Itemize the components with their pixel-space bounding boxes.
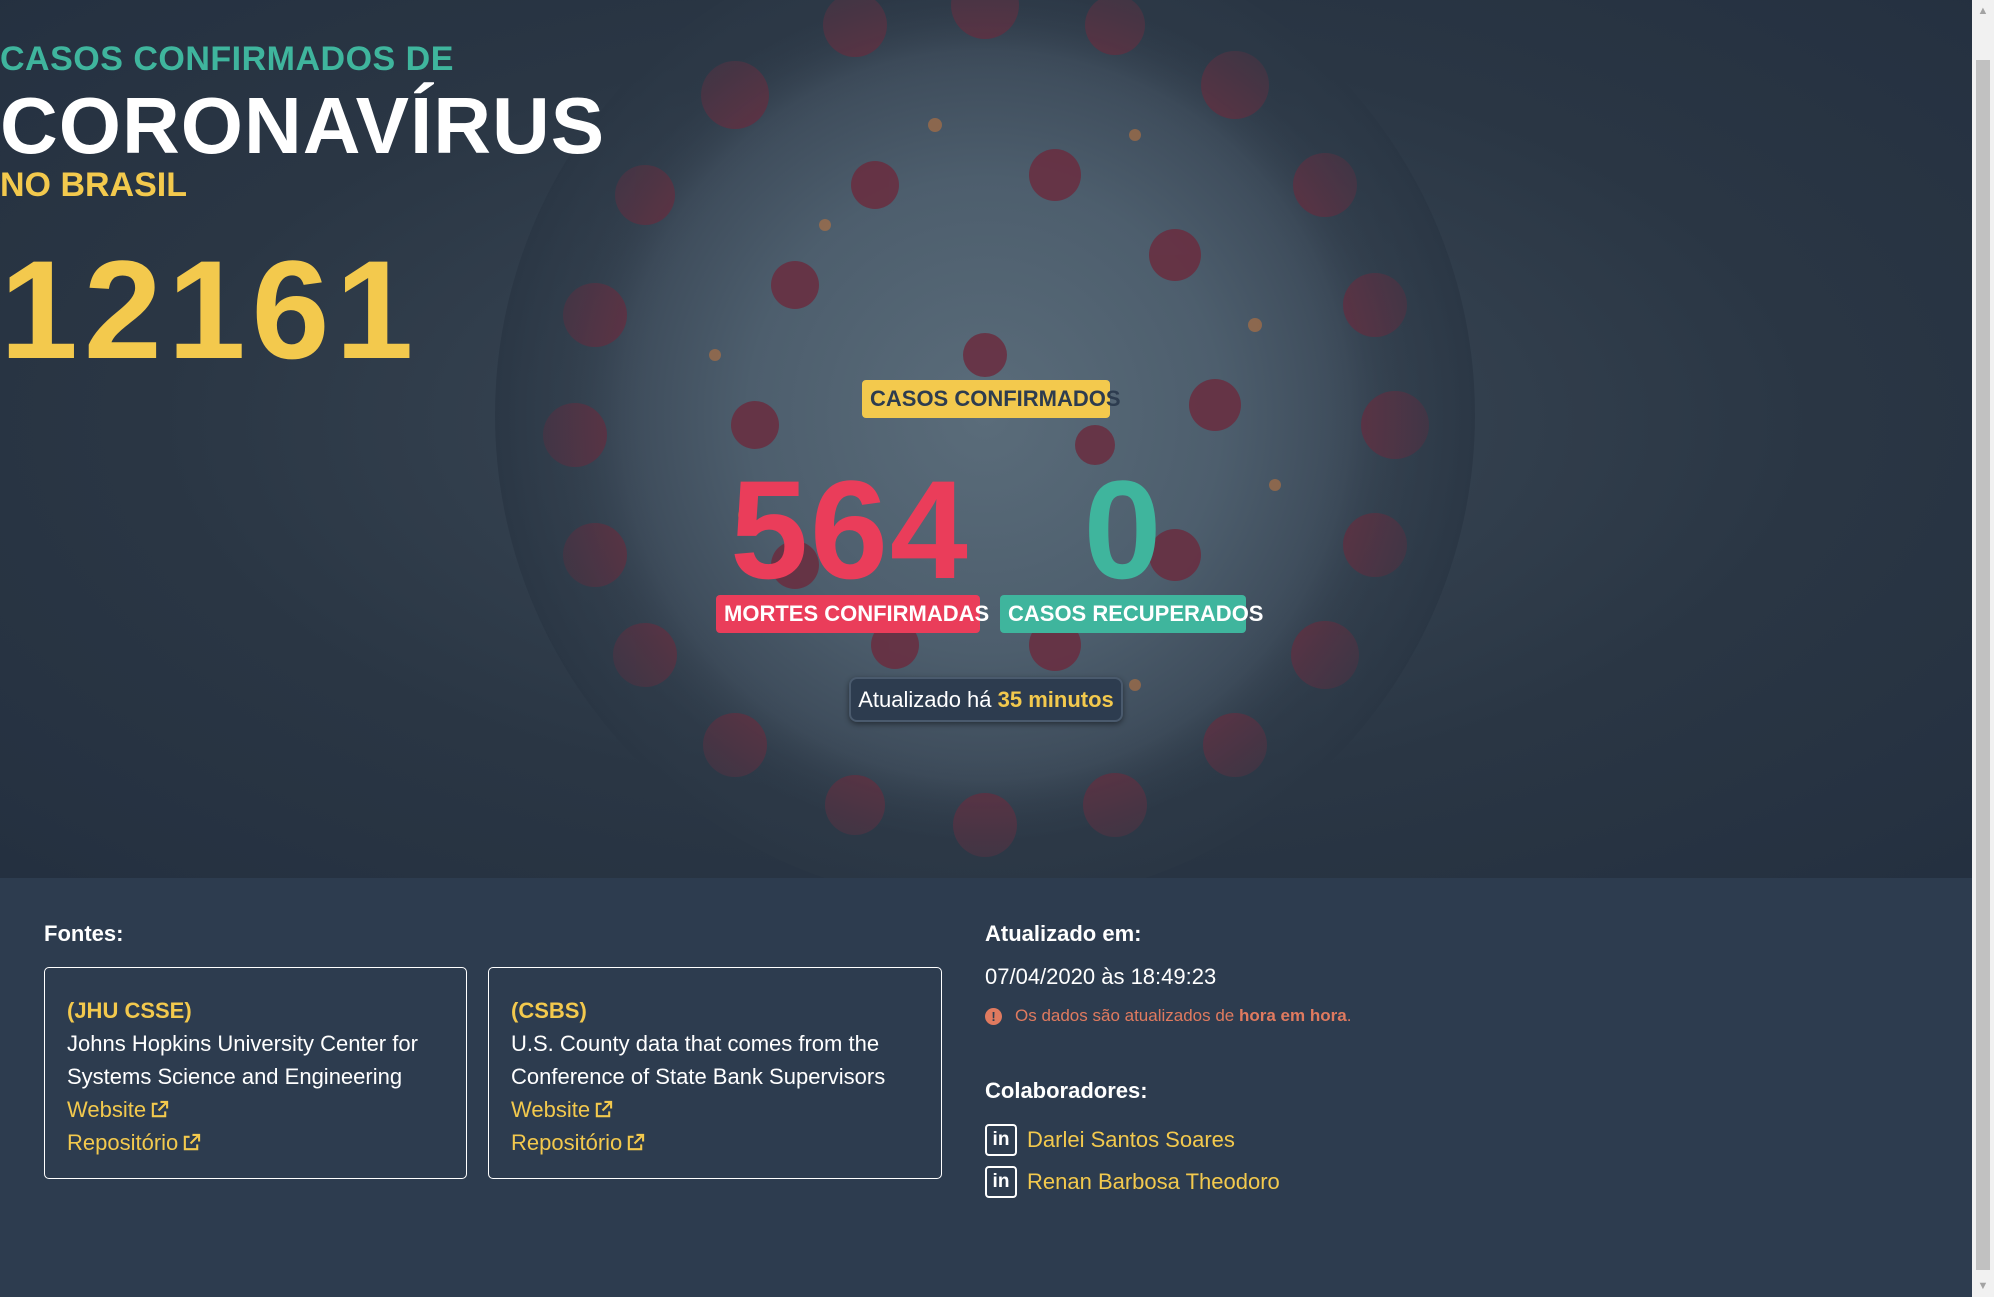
external-link-icon [628, 1133, 645, 1151]
updated-at-heading: Atualizado em: [985, 921, 1142, 946]
collaborators-heading: Colaboradores: [985, 1078, 1148, 1103]
deaths-count: 564 [730, 451, 970, 608]
vertical-scrollbar[interactable]: ▲ ▼ [1972, 0, 1994, 1297]
linkedin-icon[interactable]: in [985, 1166, 1017, 1198]
confirmed-cases-badge: CASOS CONFIRMADOS [862, 380, 1121, 418]
hero-subtitle-bottom: NO BRASIL [0, 166, 187, 204]
updated-at-date: 07/04/2020 às 18:49:23 [985, 964, 1217, 989]
hero-section: CASOS CONFIRMADOS DE CORONAVÍRUS NO BRAS… [0, 0, 1972, 878]
source-website-link[interactable]: Website [67, 1093, 169, 1126]
deaths-badge: MORTES CONFIRMADAS [716, 595, 989, 633]
note-bold: hora em hora [1239, 1006, 1347, 1025]
source-card-csbs: (CSBS) U.S. County data that comes from … [488, 967, 942, 1179]
scroll-down-arrow-icon[interactable]: ▼ [1972, 1275, 1994, 1297]
linkedin-icon[interactable]: in [985, 1124, 1017, 1156]
source-repository-link[interactable]: Repositório [67, 1126, 201, 1159]
external-link-icon [151, 1100, 169, 1118]
source-name: U.S. County data that comes from the Con… [511, 1031, 886, 1089]
source-name: Johns Hopkins University Center for Syst… [67, 1031, 418, 1089]
last-updated-prefix: Atualizado há [858, 687, 992, 712]
note-suffix: . [1346, 1006, 1352, 1025]
update-frequency-note: ! Os dados são atualizados de hora em ho… [985, 1006, 1351, 1026]
page: CASOS CONFIRMADOS DE CORONAVÍRUS NO BRAS… [0, 0, 1994, 1297]
collaborator-name-link[interactable]: Darlei Santos Soares [1027, 1127, 1235, 1153]
collaborator-name-link[interactable]: Renan Barbosa Theodoro [1027, 1169, 1280, 1195]
last-updated-pill: Atualizado há 35 minutos [849, 677, 1123, 722]
scroll-up-arrow-icon[interactable]: ▲ [1972, 0, 1994, 22]
info-icon: ! [985, 1007, 1002, 1025]
sources-heading: Fontes: [44, 921, 124, 946]
recovered-badge: CASOS RECUPERADOS [1000, 595, 1263, 633]
last-updated-value: 35 minutos [997, 687, 1114, 712]
note-prefix: Os dados são atualizados de [1015, 1006, 1235, 1025]
source-website-link[interactable]: Website [511, 1093, 613, 1126]
collaborator-item[interactable]: in Renan Barbosa Theodoro [985, 1165, 1280, 1199]
scrollbar-thumb[interactable] [1976, 60, 1990, 1270]
page-title: CORONAVÍRUS [0, 81, 606, 170]
confirmed-cases-count: 12161 [0, 231, 420, 388]
hero-subtitle-top: CASOS CONFIRMADOS DE [0, 40, 454, 78]
collaborator-item[interactable]: in Darlei Santos Soares [985, 1123, 1235, 1157]
source-code: (JHU CSSE) [67, 998, 192, 1023]
external-link-icon [595, 1100, 613, 1118]
external-link-icon [184, 1133, 201, 1151]
recovered-count: 0 [1083, 451, 1162, 608]
source-code: (CSBS) [511, 998, 587, 1023]
source-card-jhu: (JHU CSSE) Johns Hopkins University Cent… [44, 967, 467, 1179]
source-repository-link[interactable]: Repositório [511, 1126, 645, 1159]
